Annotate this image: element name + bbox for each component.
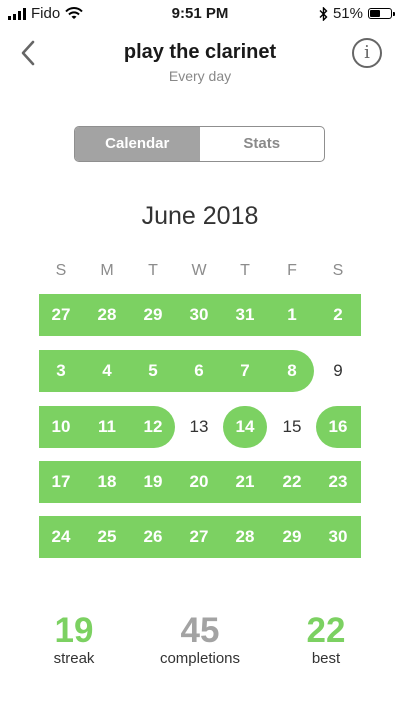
best-label: best	[311, 650, 341, 667]
calendar-day-completed[interactable]: 4	[85, 350, 129, 392]
view-segmented-control: Calendar Stats	[74, 126, 325, 162]
calendar-day-completed[interactable]: 24	[39, 516, 83, 558]
info-icon: i	[364, 42, 370, 63]
best-value: 22	[306, 611, 346, 650]
tab-stats[interactable]: Stats	[200, 127, 325, 161]
calendar-day-completed[interactable]: 29	[270, 516, 314, 558]
bluetooth-icon	[319, 6, 328, 21]
battery-fill	[370, 10, 380, 17]
calendar-day-completed[interactable]: 2	[316, 294, 360, 336]
completions-stat: 45 completions	[145, 611, 255, 668]
calendar-day-completed[interactable]: 26	[131, 516, 175, 558]
calendar-day-completed[interactable]: 11	[85, 406, 129, 448]
streak-stat: 19 streak	[19, 611, 129, 668]
best-stat: 22 best	[271, 611, 381, 668]
weekday-header: M	[100, 262, 114, 279]
completions-value: 45	[180, 611, 220, 650]
calendar-day-completed[interactable]: 21	[223, 461, 267, 503]
status-right: 51%	[319, 5, 395, 22]
calendar-day-completed[interactable]: 25	[85, 516, 129, 558]
battery-icon	[368, 8, 395, 19]
info-button[interactable]: i	[352, 38, 382, 68]
calendar-day[interactable]: 9	[316, 350, 360, 392]
calendar-day-completed[interactable]: 17	[39, 461, 83, 503]
calendar-day-completed[interactable]: 20	[177, 461, 221, 503]
calendar-day-completed[interactable]: 31	[223, 294, 267, 336]
habit-title: play the clarinet	[123, 41, 277, 63]
calendar-day-completed[interactable]: 1	[270, 294, 314, 336]
battery-percent: 51%	[332, 5, 363, 22]
calendar-day-completed[interactable]: 19	[131, 461, 175, 503]
habit-frequency: Every day	[168, 68, 232, 84]
calendar-day-completed[interactable]: 3	[39, 350, 83, 392]
completions-label: completions	[159, 650, 241, 667]
streak-value: 19	[54, 611, 94, 650]
streak-label: streak	[53, 650, 95, 667]
calendar-day-completed[interactable]: 7	[223, 350, 267, 392]
weekday-header: S	[55, 262, 67, 279]
calendar-day-completed[interactable]: 22	[270, 461, 314, 503]
calendar-day-completed[interactable]: 28	[85, 294, 129, 336]
calendar-day-completed[interactable]: 28	[223, 516, 267, 558]
calendar-day-completed[interactable]: 29	[131, 294, 175, 336]
calendar-day-completed[interactable]: 30	[177, 294, 221, 336]
calendar-day-completed[interactable]: 12	[131, 406, 175, 448]
calendar-day-completed[interactable]: 14	[223, 406, 267, 448]
weekday-header: T	[148, 262, 158, 279]
calendar-day-completed[interactable]: 5	[131, 350, 175, 392]
calendar-day[interactable]: 13	[177, 406, 221, 448]
calendar-day-completed[interactable]: 18	[85, 461, 129, 503]
weekday-header: W	[191, 262, 207, 279]
tab-calendar[interactable]: Calendar	[75, 127, 200, 161]
weekday-header: S	[332, 262, 344, 279]
calendar-day-completed[interactable]: 16	[316, 406, 360, 448]
weekday-header: T	[240, 262, 250, 279]
month-title: June 2018	[141, 202, 259, 230]
weekday-header: F	[287, 262, 297, 279]
calendar-day-completed[interactable]: 8	[270, 350, 314, 392]
calendar-day-completed[interactable]: 10	[39, 406, 83, 448]
status-bar: Fido 9:51 PM 51%	[0, 0, 400, 26]
calendar-day-completed[interactable]: 30	[316, 516, 360, 558]
calendar-day-completed[interactable]: 23	[316, 461, 360, 503]
calendar-day[interactable]: 15	[270, 406, 314, 448]
calendar-day-completed[interactable]: 6	[177, 350, 221, 392]
calendar-day-completed[interactable]: 27	[177, 516, 221, 558]
calendar-day-completed[interactable]: 27	[39, 294, 83, 336]
